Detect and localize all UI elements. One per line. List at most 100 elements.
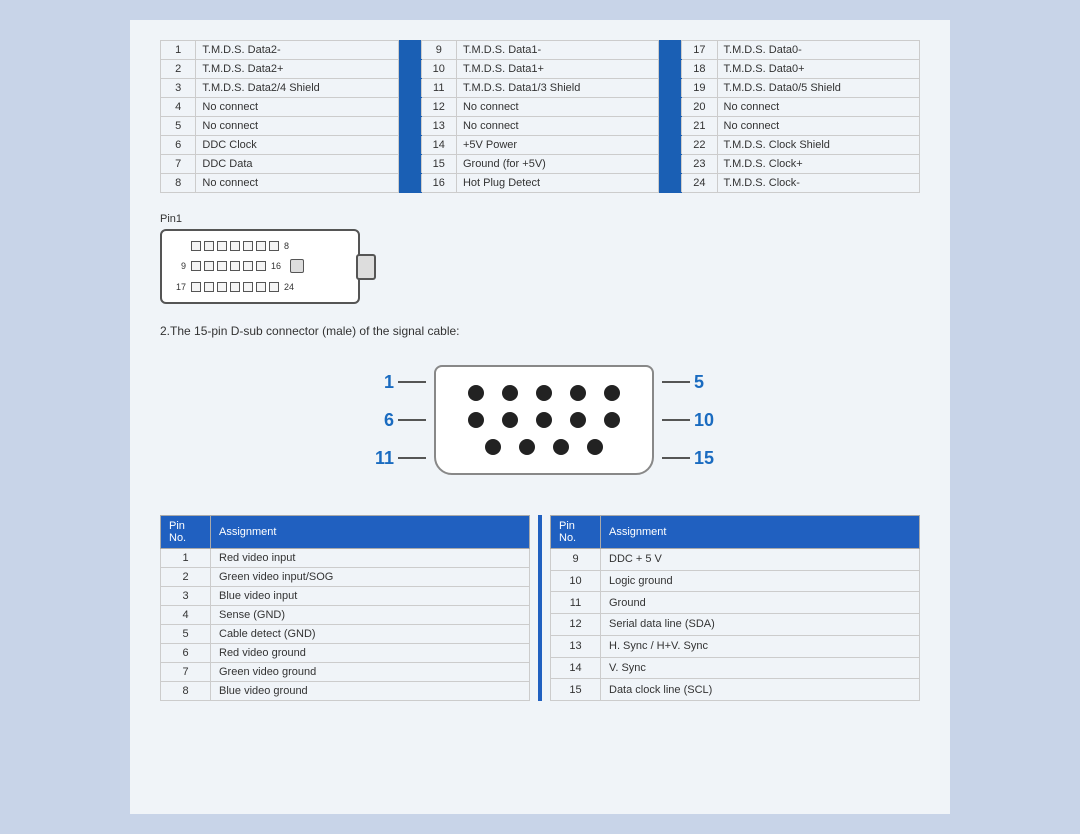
pin [230, 282, 240, 292]
left-pin-assignment: Blue video ground [211, 682, 530, 701]
pin [256, 282, 266, 292]
right-pin-num: 13 [551, 635, 601, 657]
vga-line-left-6 [398, 419, 426, 421]
dvi-pin-num: 19 [682, 79, 717, 98]
left-pin-num: 5 [161, 625, 211, 644]
dvi-pin-num: 3 [161, 79, 196, 98]
pin [243, 241, 253, 251]
dvi-pin-num: 13 [421, 117, 456, 136]
dvi-pin-desc: T.M.D.S. Data2+ [196, 60, 398, 79]
dvi-row-2: 9 16 [172, 259, 348, 273]
dvi-pin-num: 4 [161, 98, 196, 117]
right-table-header-assignment: Assignment [601, 516, 920, 549]
left-pin-num: 3 [161, 587, 211, 606]
dvi-pin-desc: T.M.D.S. Data0+ [717, 60, 919, 79]
dvi-pin-desc: Ground (for +5V) [456, 155, 658, 174]
right-pin-num: 9 [551, 549, 601, 571]
vga-num-left-11: 11 [366, 448, 394, 469]
right-pin-num: 14 [551, 657, 601, 679]
dvi-pin-num: 11 [421, 79, 456, 98]
dvi-blue-col [659, 98, 682, 117]
vga-pin [536, 385, 552, 401]
vga-row-3 [485, 439, 603, 455]
dvi-pin-num: 23 [682, 155, 717, 174]
pin-num-8: 8 [284, 241, 289, 251]
vga-body [434, 365, 654, 475]
dvi-pin-num: 7 [161, 155, 196, 174]
dvi-pin-num: 15 [421, 155, 456, 174]
right-pin-assignment: Data clock line (SCL) [601, 679, 920, 701]
dvi-pin-desc: T.M.D.S. Data1- [456, 41, 658, 60]
dvi-pin-num: 8 [161, 174, 196, 193]
pin [204, 261, 214, 271]
right-pin-num: 12 [551, 614, 601, 636]
dvi-pin-desc: T.M.D.S. Data1/3 Shield [456, 79, 658, 98]
left-pin-assignment: Green video ground [211, 663, 530, 682]
dvi-pin-desc: T.M.D.S. Data0- [717, 41, 919, 60]
vga-section-desc: 2.The 15-pin D-sub connector (male) of t… [160, 324, 920, 338]
dvi-row-3: 17 24 [172, 282, 348, 292]
left-pin-assignment: Red video input [211, 549, 530, 568]
dvi-blue-col [659, 136, 682, 155]
pin [269, 282, 279, 292]
dvi-pin-num: 2 [161, 60, 196, 79]
dvi-blue-col [398, 98, 421, 117]
dvi-pin-desc: No connect [456, 117, 658, 136]
pin [204, 241, 214, 251]
dvi-pin-desc: No connect [456, 98, 658, 117]
dvi-pin-desc: T.M.D.S. Clock+ [717, 155, 919, 174]
dvi-blue-col [659, 174, 682, 193]
dvi-blue-col [659, 79, 682, 98]
dvi-pin-num: 14 [421, 136, 456, 155]
vga-pin [536, 412, 552, 428]
dvi-blue-col [398, 117, 421, 136]
vga-num-right-5: 5 [694, 372, 704, 393]
dvi-connector-diagram: 8 9 16 17 24 [160, 229, 360, 304]
dvi-pin-desc: DDC Clock [196, 136, 398, 155]
dvi-pin-desc: T.M.D.S. Data1+ [456, 60, 658, 79]
dvi-pin-num: 22 [682, 136, 717, 155]
dvi-blue-col [398, 60, 421, 79]
pin [256, 261, 266, 271]
dvi-blue-col [398, 136, 421, 155]
dvi-table: 1T.M.D.S. Data2-9T.M.D.S. Data1-17T.M.D.… [160, 40, 920, 193]
right-pin-assignment: Logic ground [601, 570, 920, 592]
vga-pin [604, 412, 620, 428]
vga-pin [587, 439, 603, 455]
right-pin-assignment: DDC + 5 V [601, 549, 920, 571]
dvi-pin-desc: T.M.D.S. Data2/4 Shield [196, 79, 398, 98]
dvi-pin-desc: No connect [717, 98, 919, 117]
vga-line-right-10 [662, 419, 690, 421]
vga-pin [519, 439, 535, 455]
vga-pin [570, 412, 586, 428]
dvi-pin-desc: No connect [196, 98, 398, 117]
dvi-pin-num: 5 [161, 117, 196, 136]
pin [204, 282, 214, 292]
vga-pin [570, 385, 586, 401]
vga-line-left-1 [398, 381, 426, 383]
vga-num-left-1: 1 [366, 372, 394, 393]
right-pin-num: 10 [551, 570, 601, 592]
dvi-extra-pin [290, 259, 304, 273]
vga-pin [553, 439, 569, 455]
dvi-pin-desc: DDC Data [196, 155, 398, 174]
dvi-pin-desc: T.M.D.S. Clock Shield [717, 136, 919, 155]
vga-row-1 [468, 385, 620, 401]
dvi-pin-num: 16 [421, 174, 456, 193]
left-pin-num: 1 [161, 549, 211, 568]
pin-label: Pin1 [160, 213, 920, 225]
pin [243, 261, 253, 271]
dvi-pin-desc: +5V Power [456, 136, 658, 155]
dvi-blue-col [659, 117, 682, 136]
dvi-blue-col [398, 174, 421, 193]
dvi-pin-num: 1 [161, 41, 196, 60]
left-pin-num: 8 [161, 682, 211, 701]
dvi-pin-desc: T.M.D.S. Data0/5 Shield [717, 79, 919, 98]
dvi-pin-num: 18 [682, 60, 717, 79]
left-pin-assignment: Blue video input [211, 587, 530, 606]
pin [269, 241, 279, 251]
pin-tables-wrapper: Pin No. Assignment 1Red video input2Gree… [160, 515, 920, 701]
vga-pin [502, 385, 518, 401]
vga-row-2 [468, 412, 620, 428]
pin [217, 282, 227, 292]
